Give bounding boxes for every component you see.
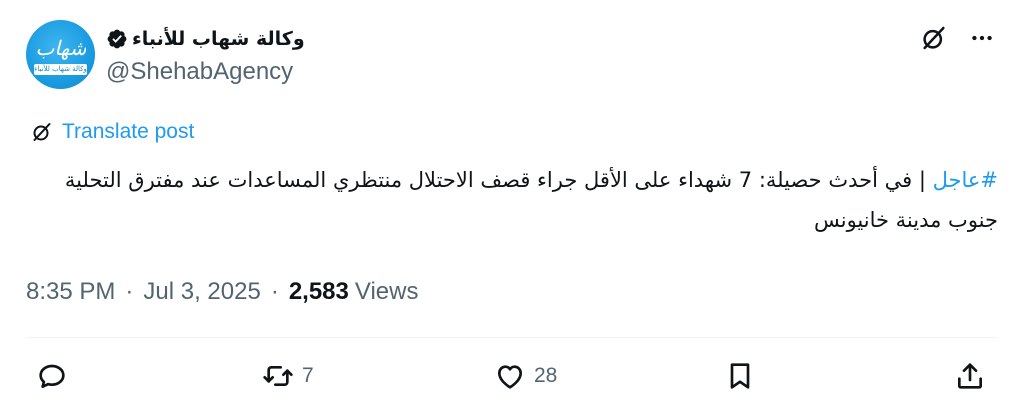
author-display-name[interactable]: وكالة شهاب للأنباء: [132, 28, 305, 50]
author-handle[interactable]: @ShehabAgency: [106, 58, 293, 86]
post-text: #عاجل | في أحدث حصيلة: 7 شهداء على الأقل…: [26, 160, 998, 240]
share-icon: [958, 363, 982, 389]
reply-button[interactable]: [36, 360, 76, 392]
translate-post-link[interactable]: Translate post: [30, 120, 194, 144]
bookmark-button[interactable]: [724, 360, 756, 392]
svg-text:شهاب: شهاب: [36, 36, 86, 60]
post-meta: 8:35 PM · Jul 3, 2025 · 2,583 Views: [26, 278, 418, 306]
agency-logo-mark: شهاب: [36, 36, 86, 60]
more-icon[interactable]: [966, 22, 998, 54]
translate-post-label[interactable]: Translate post: [62, 120, 194, 144]
divider: [26, 337, 996, 338]
reply-icon: [39, 364, 65, 388]
bookmark-icon: [730, 363, 750, 389]
post-date[interactable]: Jul 3, 2025: [143, 278, 260, 306]
heart-icon: [498, 365, 522, 389]
grok-icon[interactable]: [918, 22, 950, 54]
avatar-caption: وكالة شهاب للأنباء: [34, 64, 87, 75]
repost-button[interactable]: 7: [262, 360, 314, 392]
avatar[interactable]: شهاب وكالة شهاب للأنباء: [26, 20, 95, 89]
post-body: | في أحدث حصيلة: 7 شهداء على الأقل جراء …: [64, 168, 998, 232]
meta-separator: ·: [125, 278, 134, 305]
like-count: 28: [534, 364, 558, 387]
post-time[interactable]: 8:35 PM: [26, 278, 115, 306]
views-label: Views: [354, 278, 419, 305]
repost-icon: [263, 366, 293, 386]
like-button[interactable]: 28: [494, 360, 557, 392]
meta-separator: ·: [270, 278, 279, 305]
views-count: 2,583: [288, 278, 349, 305]
verified-badge-icon: [107, 29, 127, 49]
hashtag-link[interactable]: #عاجل: [933, 168, 998, 192]
author-name-row[interactable]: وكالة شهاب للأنباء: [106, 24, 305, 54]
repost-count: 7: [302, 364, 314, 387]
share-button[interactable]: [954, 360, 986, 392]
top-actions: [918, 22, 998, 54]
grok-icon: [33, 123, 51, 141]
